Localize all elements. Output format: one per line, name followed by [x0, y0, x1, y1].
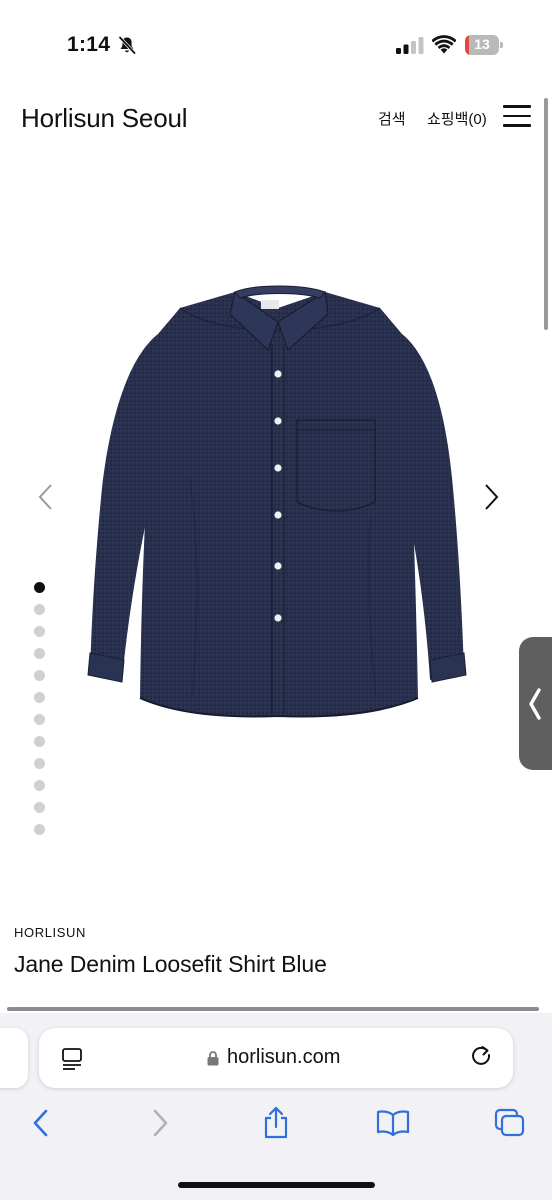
chevron-left-icon[interactable]: [36, 482, 56, 512]
search-link[interactable]: 검색: [378, 108, 406, 129]
forward-icon: [153, 1109, 168, 1137]
content-divider: [7, 1007, 539, 1011]
battery-icon: 13: [465, 35, 503, 55]
bookmarks-icon: [376, 1110, 410, 1137]
brand-logo[interactable]: Horlisun Seoul: [21, 103, 187, 134]
slide-dot[interactable]: [34, 582, 45, 593]
slide-dot[interactable]: [34, 670, 45, 681]
side-panel-handle[interactable]: [519, 637, 552, 770]
slide-dot[interactable]: [34, 736, 45, 747]
browser-toolbar: horlisun.com: [0, 1013, 552, 1200]
slide-indicator: [34, 582, 46, 846]
bell-slash-icon: [118, 36, 136, 55]
slide-dot[interactable]: [34, 626, 45, 637]
previous-tab-card[interactable]: [0, 1028, 28, 1088]
shopping-bag-link[interactable]: 쇼핑백(0): [427, 108, 487, 129]
hamburger-menu-icon[interactable]: [503, 105, 531, 127]
chevron-left-icon: [529, 688, 541, 720]
slide-dot[interactable]: [34, 648, 45, 659]
site-header: Horlisun Seoul 검색 쇼핑백(0): [0, 95, 552, 145]
slide-dot[interactable]: [34, 714, 45, 725]
home-indicator: [178, 1182, 375, 1188]
chevron-right-icon[interactable]: [481, 482, 501, 512]
lock-icon: [207, 1051, 219, 1066]
slide-dot[interactable]: [34, 692, 45, 703]
slide-dot[interactable]: [34, 758, 45, 769]
bookmarks-button[interactable]: [376, 1105, 410, 1141]
forward-button[interactable]: [143, 1105, 177, 1141]
back-icon: [33, 1109, 48, 1137]
back-button[interactable]: [24, 1105, 58, 1141]
tabs-button[interactable]: [493, 1105, 527, 1141]
address-bar[interactable]: horlisun.com: [39, 1028, 513, 1088]
signal-icon: [396, 37, 424, 54]
status-time: 1:14: [67, 33, 111, 56]
product-title: Jane Denim Loosefit Shirt Blue: [14, 951, 327, 977]
share-icon: [264, 1106, 288, 1139]
product-image[interactable]: [80, 278, 476, 738]
slide-dot[interactable]: [34, 604, 45, 615]
slide-dot[interactable]: [34, 780, 45, 791]
url-text: horlisun.com: [227, 1046, 341, 1068]
share-button[interactable]: [259, 1105, 293, 1141]
status-bar: 1:14 13: [0, 0, 552, 90]
page-scrollbar[interactable]: [544, 98, 548, 330]
tabs-icon: [494, 1108, 525, 1137]
slide-dot[interactable]: [34, 824, 45, 835]
wifi-icon: [432, 35, 456, 54]
battery-level: 13: [474, 36, 490, 52]
slide-dot[interactable]: [34, 802, 45, 813]
reader-icon[interactable]: [61, 1047, 83, 1071]
product-brand: HORLISUN: [14, 925, 86, 940]
reload-icon[interactable]: [470, 1045, 494, 1071]
